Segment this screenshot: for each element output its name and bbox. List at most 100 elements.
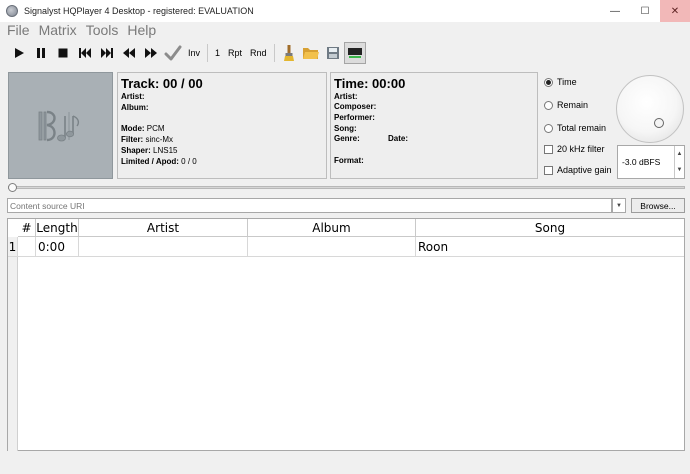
column-header-song[interactable]: Song <box>416 219 684 237</box>
pause-button[interactable] <box>30 42 52 64</box>
close-button[interactable]: ✕ <box>660 0 690 22</box>
playlist-table[interactable]: # Length Artist Album Song 1 0:00 Roon <box>7 218 685 451</box>
checkbox-adaptive-gain-label: Adaptive gain <box>557 165 612 175</box>
time-artist-label: Artist: <box>334 92 358 101</box>
volume-spinbox[interactable]: -3.0 dBFS ▲ ▼ <box>617 145 685 179</box>
filter-field: Filter: sinc-Mx <box>121 135 174 144</box>
mode-value: PCM <box>146 124 165 133</box>
display-button[interactable] <box>343 41 366 64</box>
album-art <box>8 72 113 179</box>
checkmark-icon <box>164 45 182 60</box>
limited-field: Limited / Apod: 0 / 0 <box>121 157 197 166</box>
previous-track-button[interactable] <box>74 42 96 64</box>
column-header-artist[interactable]: Artist <box>79 219 248 237</box>
spin-up-icon[interactable]: ▲ <box>674 146 684 162</box>
rewind-button[interactable] <box>118 42 140 64</box>
checkbox-20khz-box[interactable] <box>544 144 553 154</box>
minimize-button[interactable]: — <box>600 0 630 22</box>
menu-help[interactable]: Help <box>127 22 156 39</box>
track-heading: Track: 00 / 00 <box>121 76 203 91</box>
stop-icon <box>58 48 68 57</box>
volume-knob[interactable] <box>616 75 684 143</box>
menu-tools[interactable]: Tools <box>86 22 119 39</box>
radio-time-indicator[interactable] <box>544 77 553 87</box>
limited-value: 0 / 0 <box>181 157 197 166</box>
row-number-cell[interactable] <box>18 237 36 257</box>
clear-button[interactable] <box>278 42 300 64</box>
checkbox-20khz-label: 20 kHz filter <box>557 144 605 154</box>
window-title: Signalyst HQPlayer 4 Desktop - registere… <box>24 6 254 16</box>
music-notation-icon <box>38 110 79 141</box>
folder-open-icon <box>302 47 319 59</box>
row-song[interactable]: Roon <box>416 237 684 257</box>
radio-total-remain[interactable]: Total remain <box>544 123 606 133</box>
content-uri-input[interactable] <box>7 198 612 213</box>
row-artist[interactable] <box>79 237 248 257</box>
chevron-down-icon: ▼ <box>616 202 622 209</box>
seek-groove <box>8 186 685 189</box>
maximize-button[interactable]: ☐ <box>630 0 660 22</box>
browse-button[interactable]: Browse... <box>631 198 685 213</box>
open-button[interactable] <box>300 42 322 64</box>
single-track-button[interactable]: 1 <box>211 42 224 64</box>
row-album[interactable] <box>248 237 416 257</box>
radio-remain-label: Remain <box>557 100 589 110</box>
track-info-panel: Track: 00 / 00 Artist: Album: Mode: PCM … <box>117 72 327 179</box>
row-number[interactable]: 1 <box>8 237 18 257</box>
row-length[interactable]: 0:00 <box>36 237 79 257</box>
menu-file[interactable]: File <box>7 22 30 39</box>
seek-handle[interactable] <box>8 183 17 192</box>
menu-matrix[interactable]: Matrix <box>39 22 77 39</box>
checkbox-adaptive-gain[interactable]: Adaptive gain <box>544 165 612 175</box>
radio-total-remain-indicator[interactable] <box>544 123 553 133</box>
apply-button[interactable] <box>162 42 184 64</box>
display-icon <box>347 47 362 58</box>
title-bar: Signalyst HQPlayer 4 Desktop - registere… <box>0 0 690 22</box>
shaper-field: Shaper: LNS15 <box>121 146 178 155</box>
toolbar: Inv 1 Rpt Rnd <box>0 40 690 65</box>
volume-knob-indicator <box>654 118 664 128</box>
row-header-column <box>8 257 18 451</box>
filter-value: sinc-Mx <box>145 135 174 144</box>
brush-icon <box>283 44 294 61</box>
toolbar-separator <box>273 43 275 62</box>
checkbox-20khz-filter[interactable]: 20 kHz filter <box>544 144 605 154</box>
toolbar-separator <box>207 43 209 62</box>
checkbox-adaptive-gain-box[interactable] <box>544 165 553 175</box>
previous-track-icon <box>79 47 91 58</box>
fast-forward-button[interactable] <box>140 42 162 64</box>
random-button[interactable]: Rnd <box>246 42 271 64</box>
repeat-button[interactable]: Rpt <box>224 42 246 64</box>
radio-total-remain-label: Total remain <box>557 123 607 133</box>
next-track-button[interactable] <box>96 42 118 64</box>
radio-remain-indicator[interactable] <box>544 100 553 110</box>
track-album-label: Album: <box>121 103 149 112</box>
uri-dropdown-button[interactable]: ▼ <box>612 198 626 213</box>
volume-value: -3.0 dBFS <box>622 157 661 167</box>
stop-button[interactable] <box>52 42 74 64</box>
performer-label: Performer: <box>334 113 375 122</box>
play-icon <box>15 47 24 58</box>
radio-remain[interactable]: Remain <box>544 100 588 110</box>
seek-slider[interactable] <box>8 183 685 192</box>
save-button[interactable] <box>322 42 344 64</box>
radio-time[interactable]: Time <box>544 77 577 87</box>
fast-forward-icon <box>145 47 157 58</box>
column-header-length[interactable]: Length <box>36 219 79 237</box>
column-header-number[interactable]: # <box>18 219 36 237</box>
invert-button[interactable]: Inv <box>184 42 204 64</box>
time-info-panel: Time: 00:00 Artist: Composer: Performer:… <box>330 72 538 179</box>
column-header-album[interactable]: Album <box>248 219 416 237</box>
genre-label: Genre: <box>334 134 360 143</box>
shaper-value: LNS15 <box>153 146 178 155</box>
composer-label: Composer: <box>334 102 377 111</box>
pause-icon <box>37 47 45 58</box>
play-button[interactable] <box>8 42 30 64</box>
save-icon <box>326 46 339 59</box>
rewind-icon <box>123 47 135 58</box>
mode-field: Mode: PCM <box>121 124 165 133</box>
date-label: Date: <box>388 134 409 143</box>
spin-down-icon[interactable]: ▼ <box>674 162 684 178</box>
time-heading: Time: 00:00 <box>334 76 406 91</box>
track-artist-label: Artist: <box>121 92 145 101</box>
